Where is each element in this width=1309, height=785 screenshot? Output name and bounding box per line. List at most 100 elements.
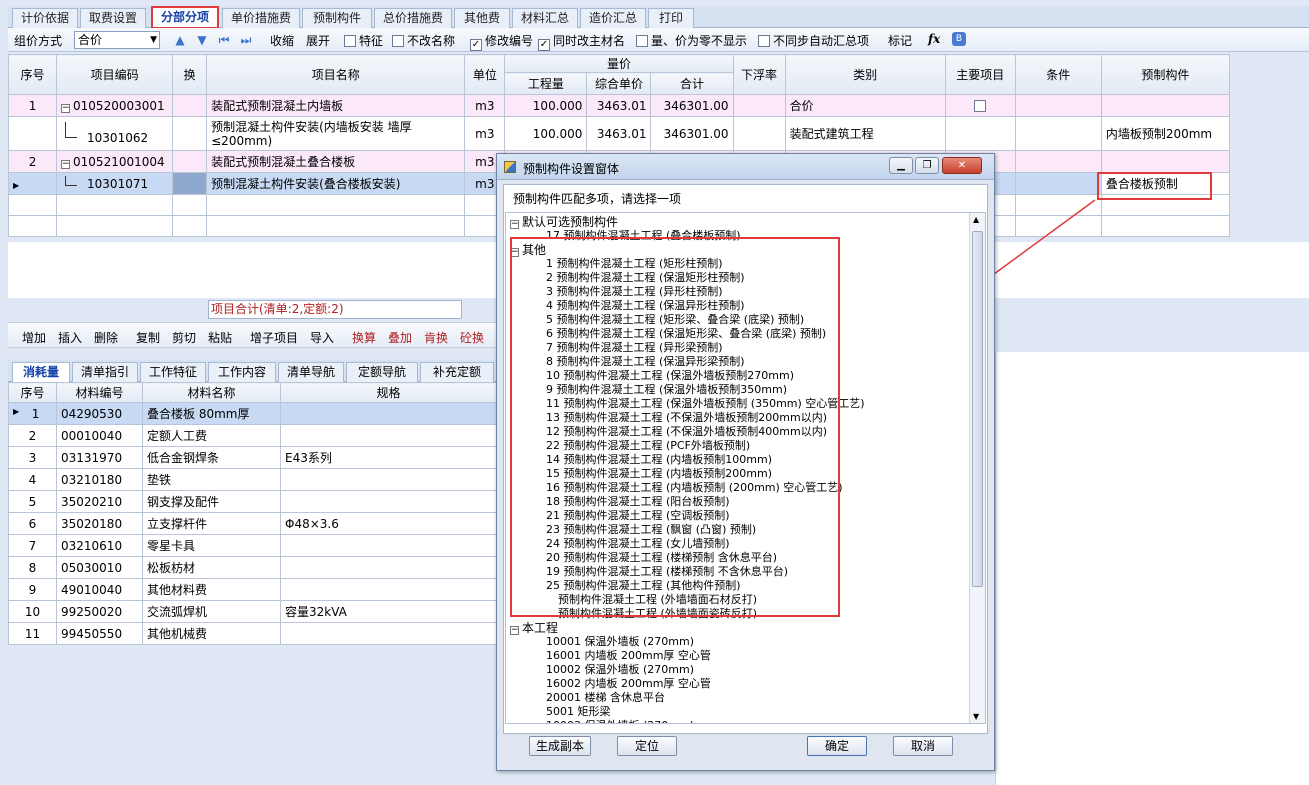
mat-header-code[interactable]: 材料编号: [56, 382, 143, 403]
tab-material-summary[interactable]: 材料汇总: [512, 8, 578, 28]
header-category[interactable]: 类别: [784, 54, 946, 95]
row-qty[interactable]: 100.000: [504, 94, 588, 117]
tree-scrollbar[interactable]: ▲ ▼: [969, 213, 985, 723]
tab-sub-items[interactable]: 分部分项: [151, 6, 219, 29]
mat-header-seq[interactable]: 序号: [8, 382, 57, 403]
material-row[interactable]: 8 05030010 松板枋材: [8, 556, 497, 579]
collapse-icon[interactable]: −: [510, 220, 519, 229]
tree-item[interactable]: 10003 保温外墙板 (270mm): [546, 719, 694, 723]
main-project-checkbox[interactable]: [974, 99, 987, 112]
tab-cost-summary[interactable]: 造价汇总: [580, 8, 646, 28]
ok-button[interactable]: 确定: [807, 736, 867, 756]
generate-copy-button[interactable]: 生成副本: [529, 736, 591, 756]
header-name[interactable]: 项目名称: [206, 54, 466, 95]
collapse-icon[interactable]: −: [61, 103, 71, 113]
material-row[interactable]: 11 99450550 其他机械费: [8, 622, 497, 645]
row-prefab[interactable]: 内墙板预制200mm: [1100, 116, 1231, 151]
header-price[interactable]: 综合单价: [586, 72, 652, 95]
convert-button[interactable]: 换算: [352, 329, 376, 346]
move-first-icon[interactable]: ⏮: [216, 32, 232, 48]
add-button[interactable]: 增加: [22, 329, 46, 346]
material-row[interactable]: 6 35020180 立支撑杆件 Φ48×3.6: [8, 512, 497, 535]
header-main[interactable]: 主要项目: [944, 54, 1016, 95]
tab-list-guide[interactable]: 清单指引: [72, 362, 138, 382]
material-row[interactable]: 9 49010040 其他材料费: [8, 578, 497, 601]
tab-fee-settings[interactable]: 取费设置: [80, 8, 146, 28]
row-name[interactable]: 装配式预制混凝土叠合楼板: [206, 150, 466, 173]
nosync-checkbox[interactable]: 不同步自动汇总项: [758, 32, 869, 49]
scroll-up-icon[interactable]: ▲: [973, 215, 979, 224]
cancel-button[interactable]: 取消: [893, 736, 953, 756]
fx-button[interactable]: fx: [928, 32, 940, 46]
tab-quota-nav[interactable]: 定额导航: [346, 362, 418, 382]
overlay-button[interactable]: 叠加: [388, 329, 412, 346]
tree-item[interactable]: 10002 保温外墙板 (270mm): [546, 663, 694, 677]
concrete-swap-button[interactable]: 砼换: [460, 329, 484, 346]
collapse-icon[interactable]: −: [510, 626, 519, 635]
mat-header-spec[interactable]: 规格: [280, 382, 497, 403]
material-row[interactable]: ▶ 1 04290530 叠合楼板 80mm厚: [8, 402, 497, 425]
row-code-cell[interactable]: −010520003001: [56, 94, 174, 117]
move-last-icon[interactable]: ⏭: [238, 32, 254, 48]
material-row[interactable]: 3 03131970 低合金钢焊条 E43系列: [8, 446, 497, 469]
modify-code-checkbox[interactable]: ✓ 修改编号: [470, 32, 533, 51]
tab-work-feature[interactable]: 工作特征: [140, 362, 206, 382]
tab-print[interactable]: 打印: [648, 8, 694, 28]
insert-button[interactable]: 插入: [58, 329, 82, 346]
tab-unit-measures[interactable]: 单价措施费: [222, 8, 300, 28]
row-qty[interactable]: 100.000: [504, 116, 588, 151]
scrollbar-thumb[interactable]: [972, 231, 983, 587]
mark-button[interactable]: 标记: [888, 32, 912, 49]
expand-button[interactable]: 展开: [306, 32, 330, 49]
material-row[interactable]: 4 03210180 垫铁: [8, 468, 497, 491]
info-icon[interactable]: B: [952, 32, 966, 46]
material-row[interactable]: 7 03210610 零星卡具: [8, 534, 497, 557]
tab-consumption[interactable]: 消耗量: [12, 362, 70, 382]
tree-item[interactable]: 16002 内墙板 200mm厚 空心管: [546, 677, 711, 691]
feature-checkbox[interactable]: 特征: [344, 32, 383, 49]
tab-other-fees[interactable]: 其他费: [454, 8, 510, 28]
restore-icon[interactable]: ❐: [915, 157, 939, 174]
tab-total-measures[interactable]: 总价措施费: [374, 8, 452, 28]
table-row[interactable]: 1 −010520003001 装配式预制混凝土内墙板 m3 100.000 3…: [7, 94, 1231, 117]
row-prefab[interactable]: [1100, 150, 1231, 173]
paste-button[interactable]: 粘贴: [208, 329, 232, 346]
zero-hide-checkbox[interactable]: 量、价为零不显示: [636, 32, 747, 49]
tab-supplement-quota[interactable]: 补充定额: [420, 362, 494, 382]
group-method-select[interactable]: 合价 ▼: [74, 31, 160, 49]
header-qty[interactable]: 工程量: [504, 72, 588, 95]
row-prefab[interactable]: [1100, 94, 1231, 117]
row-code-cell[interactable]: −010521001004: [56, 150, 174, 173]
header-prefab[interactable]: 预制构件: [1100, 54, 1231, 95]
header-cond[interactable]: 条件: [1014, 54, 1102, 95]
move-down-icon[interactable]: ▼: [194, 32, 210, 48]
header-seq[interactable]: 序号: [7, 54, 58, 95]
material-row[interactable]: 10 99250020 交流弧焊机 容量32kVA: [8, 600, 497, 623]
tab-prefab[interactable]: 预制构件: [302, 8, 372, 28]
tab-work-content[interactable]: 工作内容: [208, 362, 276, 382]
cut-button[interactable]: 剪切: [172, 329, 196, 346]
row-name[interactable]: 装配式预制混凝土内墙板: [206, 94, 466, 117]
collapse-button[interactable]: 收缩: [270, 32, 294, 49]
nochange-name-checkbox[interactable]: 不改名称: [392, 32, 455, 49]
scroll-down-icon[interactable]: ▼: [973, 712, 979, 721]
header-float[interactable]: 下浮率: [732, 54, 786, 95]
header-code[interactable]: 项目编码: [56, 54, 174, 95]
tree-group-default[interactable]: − 默认可选预制构件: [510, 215, 618, 229]
import-button[interactable]: 导入: [310, 329, 334, 346]
minimize-icon[interactable]: ▁: [889, 157, 913, 174]
move-up-icon[interactable]: ▲: [172, 32, 188, 48]
add-child-button[interactable]: 增子项目: [250, 329, 298, 346]
tree-group-project[interactable]: − 本工程: [510, 621, 558, 635]
material-row[interactable]: 5 35020210 钢支撑及配件: [8, 490, 497, 513]
header-swap[interactable]: 换: [172, 54, 208, 95]
tab-pricing-basis[interactable]: 计价依据: [12, 8, 78, 28]
tab-list-nav[interactable]: 清单导航: [278, 362, 344, 382]
close-icon[interactable]: ✕: [942, 157, 982, 174]
row-name[interactable]: 预制混凝土构件安装(叠合楼板安装): [206, 172, 466, 195]
row-main-cell[interactable]: [944, 94, 1016, 117]
modify-main-checkbox[interactable]: ✓ 同时改主材名: [538, 32, 625, 51]
material-row[interactable]: 2 00010040 定额人工费: [8, 424, 497, 447]
swap-button[interactable]: 肯换: [424, 329, 448, 346]
collapse-icon[interactable]: −: [61, 159, 71, 169]
